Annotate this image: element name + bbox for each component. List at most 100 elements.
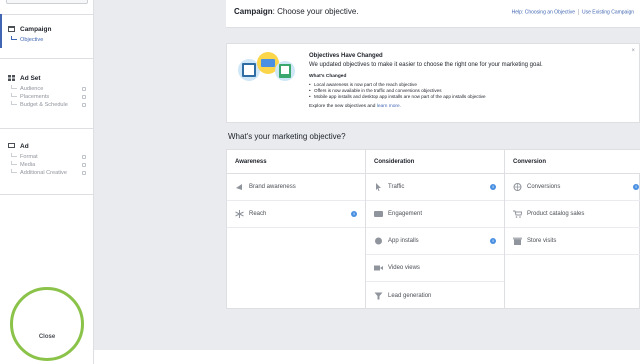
sidebar-heading-ad[interactable]: Ad xyxy=(0,139,94,153)
shopping-cart-icon xyxy=(513,210,523,218)
campaign-icon xyxy=(8,26,15,32)
sidebar: Campaign Objective Ad Set Audience Place… xyxy=(0,0,94,364)
divider xyxy=(0,58,94,59)
info-icon[interactable]: i xyxy=(633,184,639,190)
info-icon[interactable]: i xyxy=(490,238,496,244)
column-header: Awareness xyxy=(227,150,365,174)
sidebar-item-label: Budget & Schedule xyxy=(20,102,68,108)
page-title-rest: : Choose your objective. xyxy=(272,7,359,16)
page-header: Campaign: Choose your objective. Help: C… xyxy=(226,0,640,28)
objective-label: Engagement xyxy=(388,211,423,217)
objective-label: Product catalog sales xyxy=(527,211,585,217)
objectives-changed-notice: × Objectives Have Changed We updated obj… xyxy=(226,43,640,123)
column-header: Conversion xyxy=(505,150,640,174)
close-icon[interactable]: × xyxy=(631,48,635,54)
objective-label: Brand awareness xyxy=(249,184,296,190)
highlight-circle xyxy=(10,287,84,361)
use-existing-campaign-link[interactable]: Use Existing Campaign xyxy=(582,9,634,15)
tree-line xyxy=(11,101,17,105)
sidebar-section-ad[interactable]: Ad Format Media Additional Creative xyxy=(0,139,94,177)
lock-icon xyxy=(82,171,86,175)
engagement-icon xyxy=(374,210,383,218)
sidebar-heading-adset[interactable]: Ad Set xyxy=(0,71,94,85)
column-consideration: Consideration Traffic i Engagement App i… xyxy=(365,150,504,308)
objective-label: App installs xyxy=(388,238,419,244)
learn-more-link[interactable]: learn more. xyxy=(377,104,401,109)
sidebar-heading-label: Ad Set xyxy=(20,74,41,82)
tree-line xyxy=(11,93,17,97)
footer-strip xyxy=(94,350,640,364)
illustration-icon xyxy=(238,52,295,81)
objective-store-visits[interactable]: Store visits xyxy=(505,228,640,255)
sidebar-heading-campaign[interactable]: Campaign xyxy=(0,22,94,36)
ad-monitor-icon xyxy=(8,143,15,149)
sidebar-item-objective[interactable]: Objective xyxy=(0,36,94,44)
sidebar-heading-label: Ad xyxy=(20,142,29,150)
megaphone-icon xyxy=(235,183,244,191)
snowflake-icon xyxy=(235,210,244,218)
sidebar-section-adset[interactable]: Ad Set Audience Placements Budget & Sche… xyxy=(0,71,94,109)
sidebar-item-label: Audience xyxy=(20,86,44,92)
sidebar-heading-label: Campaign xyxy=(20,25,52,33)
header-links: Help: Choosing an Objective Use Existing … xyxy=(512,9,634,15)
objective-brand-awareness[interactable]: Brand awareness xyxy=(227,174,365,201)
sidebar-search-box[interactable] xyxy=(6,0,88,4)
objective-app-installs[interactable]: App installs i xyxy=(366,228,504,255)
adset-grid-icon xyxy=(8,75,15,81)
cursor-icon xyxy=(374,183,383,191)
help-link[interactable]: Help: Choosing an Objective xyxy=(512,9,575,15)
explore-line: Explore the new objectives and learn mor… xyxy=(309,104,629,109)
objective-lead-generation[interactable]: Lead generation xyxy=(366,282,504,309)
lock-icon xyxy=(82,87,86,91)
explore-text: Explore the new objectives and xyxy=(309,104,376,109)
globe-icon xyxy=(513,183,522,191)
video-camera-icon xyxy=(374,264,383,272)
objective-label: Video views xyxy=(388,265,420,271)
tree-line xyxy=(11,161,17,165)
objective-video-views[interactable]: Video views xyxy=(366,255,504,282)
tree-line xyxy=(11,36,17,40)
objective-label: Lead generation xyxy=(388,292,432,299)
objective-question: What's your marketing objective? xyxy=(228,132,346,141)
objective-label: Store visits xyxy=(527,238,557,244)
sidebar-item-format[interactable]: Format xyxy=(0,153,94,161)
lock-icon xyxy=(82,95,86,99)
sidebar-item-label: Objective xyxy=(20,37,44,43)
sidebar-section-campaign[interactable]: Campaign Objective xyxy=(0,22,94,44)
sidebar-item-budget-schedule[interactable]: Budget & Schedule xyxy=(0,101,94,109)
objective-table: Awareness Brand awareness Reach i Consid… xyxy=(226,149,640,309)
objective-conversions[interactable]: Conversions i xyxy=(505,174,640,201)
sidebar-item-placements[interactable]: Placements xyxy=(0,93,94,101)
divider xyxy=(0,128,94,129)
divider xyxy=(0,14,94,15)
list-item: Mobile app installs and desktop app inst… xyxy=(309,94,629,100)
notice-text: Objectives Have Changed We updated objec… xyxy=(309,53,629,109)
changes-list: Local awareness is now part of the reach… xyxy=(309,82,629,100)
sidebar-item-additional-creative[interactable]: Additional Creative xyxy=(0,169,94,177)
sidebar-item-label: Format xyxy=(20,154,38,160)
objective-traffic[interactable]: Traffic i xyxy=(366,174,504,201)
objective-reach[interactable]: Reach i xyxy=(227,201,365,228)
lock-icon xyxy=(82,163,86,167)
app-icon xyxy=(374,237,383,245)
lock-icon xyxy=(82,103,86,107)
tree-line xyxy=(11,85,17,89)
objective-engagement[interactable]: Engagement xyxy=(366,201,504,228)
sidebar-item-audience[interactable]: Audience xyxy=(0,85,94,93)
page-title-bold: Campaign xyxy=(234,7,273,16)
notice-title: Objectives Have Changed xyxy=(309,53,383,59)
whats-changed-heading: What's Changed xyxy=(309,74,347,79)
tree-line xyxy=(11,169,17,173)
objective-label: Conversions xyxy=(527,184,561,190)
sidebar-item-label: Additional Creative xyxy=(20,170,67,176)
store-icon xyxy=(513,237,522,245)
lock-icon xyxy=(82,155,86,159)
objective-product-catalog-sales[interactable]: Product catalog sales xyxy=(505,201,640,228)
info-icon[interactable]: i xyxy=(490,184,496,190)
objective-label: Traffic xyxy=(388,184,405,190)
sidebar-item-media[interactable]: Media xyxy=(0,161,94,169)
column-awareness: Awareness Brand awareness Reach i xyxy=(227,150,365,308)
info-icon[interactable]: i xyxy=(351,211,357,217)
page-title: Campaign: Choose your objective. xyxy=(234,7,359,16)
divider xyxy=(0,194,94,195)
